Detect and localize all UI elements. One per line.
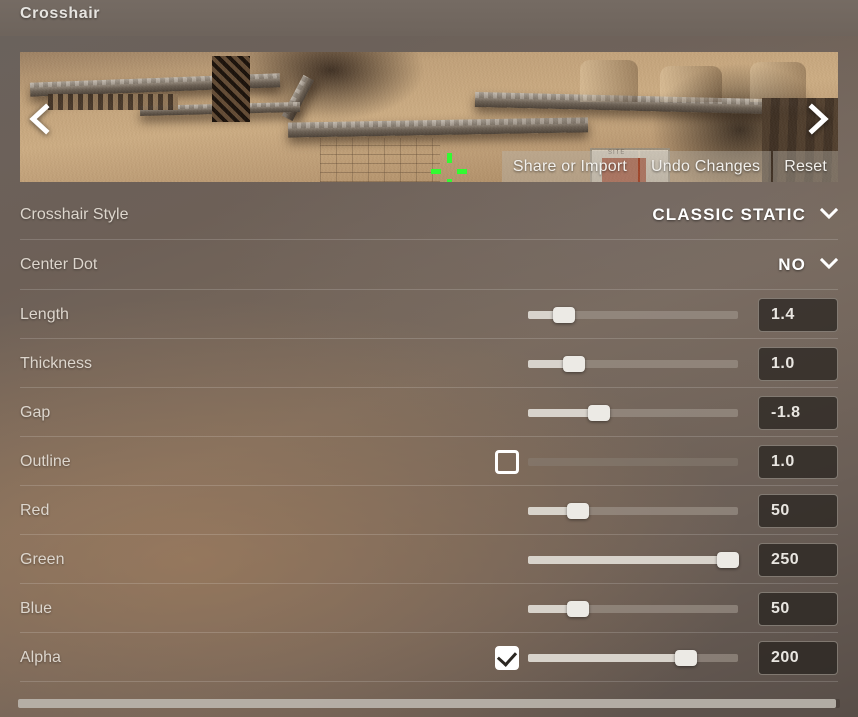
slider-thumb[interactable] bbox=[552, 306, 575, 323]
header-bar: Crosshair bbox=[0, 0, 858, 36]
setting-row-outline: Outline 1.0 bbox=[0, 437, 858, 486]
value-box-blue[interactable]: 50 bbox=[758, 591, 838, 626]
slider-green[interactable] bbox=[528, 551, 739, 568]
value-box-thickness[interactable]: 1.0 bbox=[758, 346, 838, 381]
slider-alpha[interactable] bbox=[528, 649, 738, 666]
slider-thumb[interactable] bbox=[567, 502, 590, 519]
setting-label-thickness: Thickness bbox=[20, 354, 93, 372]
setting-label-green: Green bbox=[20, 550, 65, 568]
setting-label-red: Red bbox=[20, 501, 50, 519]
setting-label-center-dot: Center Dot bbox=[20, 256, 98, 273]
setting-label-gap: Gap bbox=[20, 403, 51, 421]
slider-thumb[interactable] bbox=[716, 551, 739, 568]
slider-thickness[interactable] bbox=[528, 355, 738, 372]
dropdown-crosshair-style[interactable]: CLASSIC STATIC bbox=[652, 205, 839, 225]
slider-thumb[interactable] bbox=[674, 649, 697, 666]
value-box-gap[interactable]: -1.8 bbox=[758, 395, 838, 430]
slider-outline[interactable] bbox=[528, 457, 738, 466]
crosshair-segment-bottom bbox=[447, 179, 452, 182]
setting-label-crosshair-style: Crosshair Style bbox=[20, 206, 129, 223]
dropdown-value-crosshair-style: CLASSIC STATIC bbox=[652, 205, 806, 224]
settings-list: Crosshair Style CLASSIC STATIC Center Do… bbox=[0, 190, 858, 682]
slider-gap[interactable] bbox=[528, 404, 738, 421]
setting-row-gap: Gap -1.8 bbox=[0, 388, 858, 437]
dropdown-center-dot[interactable]: NO bbox=[778, 255, 839, 275]
chevron-down-icon bbox=[819, 206, 839, 224]
page-title: Crosshair bbox=[20, 5, 101, 22]
setting-label-length: Length bbox=[20, 305, 69, 323]
value-box-red[interactable]: 50 bbox=[758, 493, 838, 528]
horizontal-scrollbar[interactable] bbox=[0, 693, 858, 717]
crosshair-graphic bbox=[429, 151, 469, 182]
slider-blue[interactable] bbox=[528, 600, 738, 617]
scrollbar-thumb[interactable] bbox=[18, 699, 836, 708]
setting-row-thickness: Thickness 1.0 bbox=[0, 339, 858, 388]
slider-thumb[interactable] bbox=[563, 355, 586, 372]
slider-fill bbox=[528, 555, 728, 564]
setting-row-alpha: Alpha 200 bbox=[0, 633, 858, 682]
value-box-outline[interactable]: 1.0 bbox=[758, 444, 838, 479]
slider-thumb[interactable] bbox=[567, 600, 590, 617]
setting-label-alpha: Alpha bbox=[20, 648, 61, 666]
preview-action-bar: Share or Import Undo Changes Reset bbox=[501, 151, 838, 182]
crosshair-segment-left bbox=[431, 169, 441, 174]
crosshair-settings-screen: Crosshair SITE Share or Import Undo Chan… bbox=[0, 0, 858, 717]
slider-thumb[interactable] bbox=[588, 404, 611, 421]
slider-length[interactable] bbox=[528, 306, 738, 323]
value-box-green[interactable]: 250 bbox=[758, 542, 838, 577]
slider-track bbox=[528, 457, 738, 466]
value-box-alpha[interactable]: 200 bbox=[758, 640, 838, 675]
checkmark-icon bbox=[496, 645, 518, 667]
setting-label-blue: Blue bbox=[20, 599, 53, 617]
share-or-import-button[interactable]: Share or Import bbox=[501, 151, 639, 182]
slider-red[interactable] bbox=[528, 502, 738, 519]
checkbox-outline[interactable] bbox=[495, 449, 519, 474]
crosshair-segment-right bbox=[457, 169, 467, 174]
slider-fill bbox=[528, 653, 686, 662]
chevron-left-icon bbox=[24, 102, 58, 136]
crosshair-segment-top bbox=[447, 153, 452, 163]
setting-row-blue: Blue 50 bbox=[0, 584, 858, 633]
setting-label-outline: Outline bbox=[20, 452, 71, 470]
undo-changes-button[interactable]: Undo Changes bbox=[640, 151, 772, 182]
chevron-down-icon bbox=[819, 256, 839, 274]
setting-row-crosshair-style: Crosshair Style CLASSIC STATIC bbox=[0, 190, 858, 240]
checkbox-alpha[interactable] bbox=[495, 645, 519, 670]
setting-row-green: Green 250 bbox=[0, 535, 858, 584]
previous-preview-button[interactable] bbox=[24, 102, 58, 136]
dropdown-value-center-dot: NO bbox=[778, 255, 806, 274]
setting-row-center-dot: Center Dot NO bbox=[0, 240, 858, 290]
setting-row-red: Red 50 bbox=[0, 486, 858, 535]
value-box-length[interactable]: 1.4 bbox=[758, 297, 838, 332]
next-preview-button[interactable] bbox=[800, 102, 834, 136]
chevron-right-icon bbox=[800, 102, 834, 136]
crosshair-preview: SITE Share or Import Undo Changes Reset bbox=[20, 52, 838, 182]
reset-button[interactable]: Reset bbox=[773, 151, 838, 182]
setting-row-length: Length 1.4 bbox=[0, 290, 858, 339]
